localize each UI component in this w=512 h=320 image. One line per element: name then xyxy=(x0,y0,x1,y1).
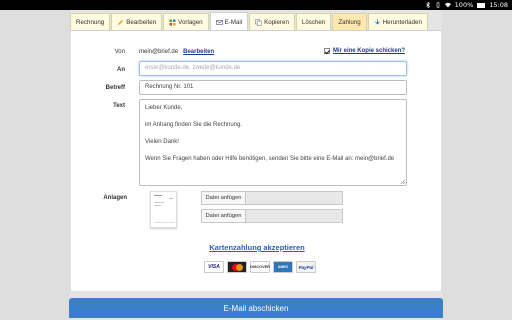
recipient-input[interactable]: erste@kunde.de, zweite@kunde.de xyxy=(139,61,407,76)
copy-option[interactable]: Mir eine Kopie schicken? xyxy=(323,48,405,54)
copy-icon xyxy=(255,18,262,26)
tab-email[interactable]: E-Mail xyxy=(209,12,249,31)
vibrate-icon xyxy=(436,2,439,8)
amex-logo: AMEX xyxy=(273,261,293,273)
status-bar: 100% 15:08 xyxy=(0,0,512,10)
tab-label: Herunterladen xyxy=(382,18,422,26)
invoice-thumbnail[interactable] xyxy=(150,191,177,228)
bluetooth-icon xyxy=(425,2,430,8)
tab-loeschen[interactable]: Löschen xyxy=(295,13,332,30)
battery-icon xyxy=(477,2,486,8)
anlagen-label: Anlagen xyxy=(103,195,127,201)
battery-percent: 100% xyxy=(454,1,474,9)
tab-label: Vorlagen xyxy=(178,18,203,26)
tab-bearbeiten[interactable]: Bearbeiten xyxy=(111,13,163,30)
message-line: Lieber Kunde, xyxy=(145,105,183,111)
copy-checkbox[interactable] xyxy=(323,48,330,54)
wifi-icon xyxy=(444,2,451,8)
subject-input[interactable]: Rechnung Nr. 101 xyxy=(139,80,407,95)
side-gutter-left xyxy=(0,10,70,320)
mastercard-logo xyxy=(227,261,247,273)
from-row: mein@brief.de Bearbeiten xyxy=(139,49,214,55)
templates-icon xyxy=(169,19,176,25)
tab-label: Bearbeiten xyxy=(126,18,157,26)
discover-logo: DISCOVER xyxy=(250,261,270,273)
tab-rechnung[interactable]: Rechnung xyxy=(70,13,111,30)
tab-bar: Rechnung Bearbeiten Vorlagen E-Mail Kopi… xyxy=(70,12,442,31)
an-label: An xyxy=(117,67,125,73)
email-panel: Von mein@brief.de Bearbeiten Mir eine Ko… xyxy=(70,30,442,292)
message-textarea[interactable]: Lieber Kunde, im Anhang finden Sie die R… xyxy=(139,99,407,186)
tab-kopieren[interactable]: Kopieren xyxy=(249,13,295,30)
message-line: im Anhang finden Sie die Rechnung. xyxy=(145,122,243,128)
tab-label: Löschen xyxy=(301,18,326,26)
accept-card-payment-link[interactable]: Kartenzahlung akzeptieren xyxy=(71,243,443,252)
message-line: Wenn Sie Fragen haben oder Hilfe benötig… xyxy=(145,156,395,162)
text-label: Text xyxy=(113,103,125,109)
mail-icon xyxy=(215,19,223,25)
paypal-logo: PayPal xyxy=(296,261,316,273)
download-icon xyxy=(374,19,380,25)
pencil-icon xyxy=(118,19,124,25)
edit-sender-link[interactable]: Bearbeiten xyxy=(183,49,214,55)
tab-zahlung[interactable]: Zahlung xyxy=(332,13,367,30)
copy-label[interactable]: Mir eine Kopie schicken? xyxy=(333,48,405,54)
tab-herunterladen[interactable]: Herunterladen xyxy=(367,13,428,30)
sender-address: mein@brief.de xyxy=(139,49,179,55)
resize-handle[interactable] xyxy=(400,179,405,184)
betreff-label: Betreff xyxy=(105,85,125,91)
tab-vorlagen[interactable]: Vorlagen xyxy=(163,13,209,30)
visa-logo: VISA xyxy=(204,261,224,273)
attach-file-button[interactable]: Datei anfügen xyxy=(202,192,246,204)
side-gutter-right xyxy=(442,10,512,320)
attachment-slot-2: Datei anfügen xyxy=(201,209,343,223)
payment-logos: VISA DISCOVER AMEX PayPal xyxy=(204,261,316,273)
message-line: Vielen Dank! xyxy=(145,139,179,145)
tab-label: Kopieren xyxy=(264,18,289,26)
send-email-button[interactable]: E-Mail abschicken xyxy=(69,298,443,318)
tab-label: Rechnung xyxy=(76,18,105,26)
tab-label: Zahlung xyxy=(338,18,361,26)
tab-label: E-Mail xyxy=(224,18,243,26)
von-label: Von xyxy=(114,49,125,55)
attach-file-button[interactable]: Datei anfügen xyxy=(202,210,246,222)
attachment-slot-1: Datei anfügen xyxy=(201,191,343,205)
clock: 15:08 xyxy=(489,1,508,9)
